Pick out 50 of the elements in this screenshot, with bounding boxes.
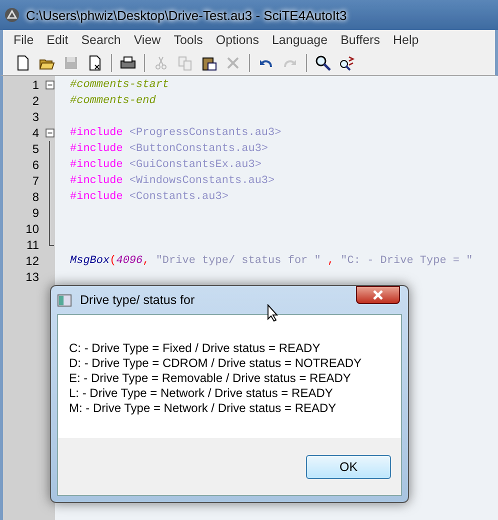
line-number: 4 — [31, 126, 39, 140]
ok-button[interactable]: OK — [306, 454, 391, 478]
message-text: L: - Drive Type = Network / Drive status = READY — [69, 386, 334, 401]
menu-item[interactable]: Search — [74, 33, 128, 47]
line-number: 10 — [24, 222, 39, 236]
code-line: #include <WindowsConstants.au3> — [70, 175, 275, 187]
line-number: 9 — [31, 206, 39, 220]
menu-item[interactable]: Tools — [167, 33, 210, 47]
menu-item[interactable]: Edit — [40, 33, 75, 47]
page-close-icon[interactable] — [87, 54, 103, 70]
window-icon — [57, 292, 72, 308]
menu-item[interactable]: File — [7, 33, 40, 47]
message-text: C: - Drive Type = Fixed / Drive status = READY — [69, 341, 322, 356]
page-icon[interactable] — [15, 54, 31, 70]
menu-item[interactable]: Help — [386, 33, 426, 47]
line-number: 11 — [26, 238, 39, 252]
line-number: 1 — [31, 78, 39, 92]
line-number: 3 — [31, 110, 39, 124]
message-text: M: - Drive Type = Network / Drive status = READY — [69, 401, 338, 416]
line-number: 2 — [31, 94, 39, 108]
line-number: 12 — [24, 254, 39, 268]
close-icon — [372, 290, 384, 300]
code-line: #comments-end — [70, 95, 156, 107]
code-line: #include <ProgressConstants.au3> — [70, 127, 282, 139]
line-number: 8 — [31, 190, 39, 204]
printer-icon[interactable] — [120, 54, 136, 70]
search-icon[interactable] — [315, 54, 331, 70]
clipboard-icon[interactable] — [201, 54, 217, 70]
dialog-title: Drive type/ status for — [80, 293, 195, 307]
line-number: 13 — [24, 270, 39, 284]
code-line: #include <ButtonConstants.au3> — [70, 143, 268, 155]
line-number: 5 — [31, 142, 39, 156]
line-number: 7 — [31, 174, 39, 188]
menu-item[interactable]: Language — [265, 33, 334, 47]
code-line: #comments-start — [70, 79, 170, 91]
menu-item[interactable]: View — [127, 33, 168, 47]
code-line: MsgBox(4096, "Drive type/ status for " , "C: - Drive Type = " — [70, 255, 473, 267]
menu-item[interactable]: Options — [209, 33, 266, 47]
message-text: D: - Drive Type = CDROM / Drive status = NOTREADY — [69, 356, 363, 371]
line-number: 6 — [31, 158, 39, 172]
app-logo-icon — [4, 7, 20, 23]
code-line: #include <Constants.au3> — [70, 191, 228, 203]
fold-marker-icon[interactable] — [42, 78, 56, 92]
menu-item[interactable]: Buffers — [334, 33, 386, 47]
message-text: E: - Drive Type = Removable / Drive status = READY — [69, 371, 352, 386]
close-button[interactable] — [356, 286, 400, 304]
code-line: #include <GuiConstantsEx.au3> — [70, 159, 262, 171]
search-replace-icon[interactable] — [339, 54, 355, 70]
fold-marker-icon[interactable] — [42, 126, 56, 140]
window-title: C:\Users\phwiz\Desktop\Drive-Test.au3 - SciTE4AutoIt3 — [26, 8, 347, 22]
